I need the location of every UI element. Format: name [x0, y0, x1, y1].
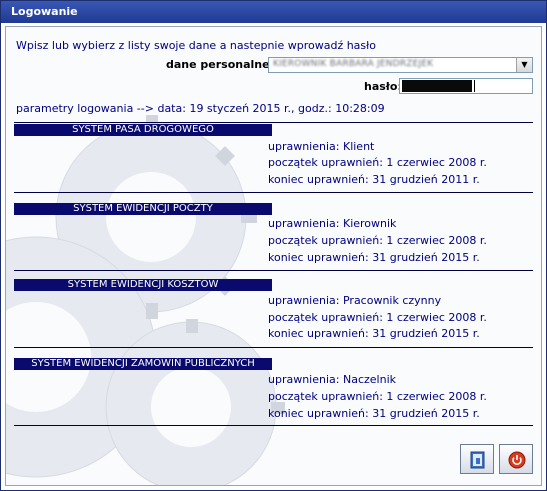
section-divider — [14, 270, 533, 271]
section-divider — [14, 122, 533, 123]
password-field[interactable] — [399, 78, 533, 94]
text-caret — [474, 80, 475, 92]
system-rights: uprawnienia: Pracownik czynny — [268, 294, 442, 307]
personal-data-label: dane personalne: — [166, 58, 274, 71]
password-mask — [402, 80, 472, 92]
login-door-icon — [470, 451, 485, 469]
window-title: Logowanie — [1, 1, 546, 23]
login-panel: Wpisz lub wybierz z listy swoje dane a n… — [5, 26, 542, 486]
login-window: Logowanie Wpisz lub wybierz z listy swoj… — [0, 0, 547, 491]
section-divider — [14, 347, 533, 348]
system-rights: uprawnienia: Klient — [268, 140, 375, 153]
exit-button[interactable] — [499, 444, 533, 474]
personal-data-value: KIEROWNIK BARBARA JENDRZEJEK — [273, 59, 434, 69]
system-rights: uprawnienia: Naczelnik — [268, 373, 396, 386]
personal-data-select[interactable]: KIEROWNIK BARBARA JENDRZEJEK ▼ — [268, 57, 533, 73]
system-header: SYSTEM PASA DROGOWEGO — [14, 124, 272, 136]
password-label: hasło: — [364, 80, 402, 93]
system-rights: uprawnienia: Kierownik — [268, 217, 397, 230]
system-header: SYSTEM EWIDENCJI POCZTY — [14, 203, 272, 215]
system-header: SYSTEM EWIDENCJI ZAMÓWIŃ PUBLICZNYCH — [14, 358, 272, 370]
login-button[interactable] — [460, 444, 494, 474]
chevron-down-icon[interactable]: ▼ — [516, 58, 532, 72]
system-header: SYSTEM EWIDENCJI KOSZTÓW — [14, 279, 272, 291]
power-off-icon — [508, 451, 526, 469]
system-start-date: początek uprawnień: 1 czerwiec 2008 r. — [268, 390, 487, 403]
system-end-date: koniec uprawnień: 31 grudzień 2015 r. — [268, 251, 480, 264]
section-divider — [14, 425, 533, 426]
system-end-date: koniec uprawnień: 31 grudzień 2015 r. — [268, 327, 480, 340]
login-params-text: parametry logowania --> data: 19 styczeń… — [16, 102, 385, 115]
system-start-date: początek uprawnień: 1 czerwiec 2008 r. — [268, 156, 487, 169]
instruction-text: Wpisz lub wybierz z listy swoje dane a n… — [16, 39, 377, 52]
system-start-date: początek uprawnień: 1 czerwiec 2008 r. — [268, 234, 487, 247]
system-end-date: koniec uprawnień: 31 grudzień 2015 r. — [268, 407, 480, 420]
system-end-date: koniec uprawnień: 31 grudzień 2011 r. — [268, 173, 480, 186]
system-start-date: początek uprawnień: 1 czerwiec 2008 r. — [268, 311, 487, 324]
section-divider — [14, 192, 533, 193]
